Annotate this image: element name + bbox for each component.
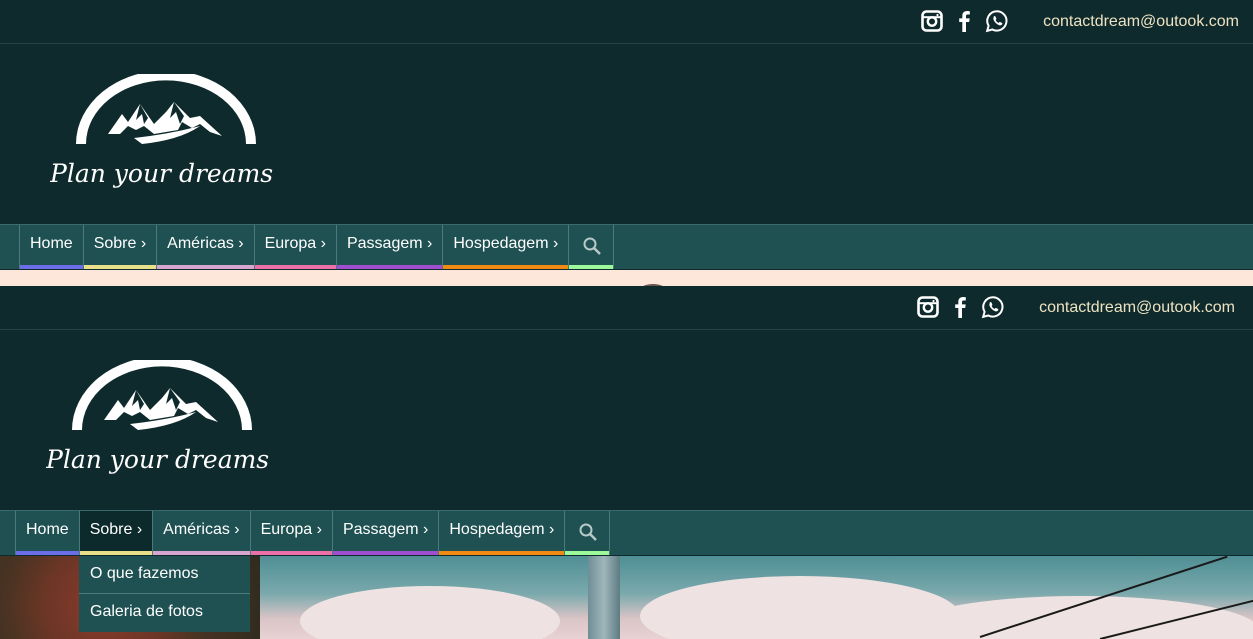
site-logo[interactable]: Plan your dreams <box>45 356 276 485</box>
dropdown-item-o-que-fazemos[interactable]: O que fazemos <box>79 556 250 594</box>
nav-item-passagem[interactable]: Passagem › <box>335 225 443 269</box>
site-header-2: contactdream@outook.com Plan your dreams… <box>0 286 1253 555</box>
nav-item-passagem[interactable]: Passagem › <box>331 511 439 555</box>
nav-item-hospedagem[interactable]: Hospedagem › <box>442 225 569 269</box>
contact-email[interactable]: contactdream@outook.com <box>1043 13 1239 31</box>
logo-area: Plan your dreams <box>0 330 1253 510</box>
dropdown-item-galeria-de-fotos[interactable]: Galeria de fotos <box>79 594 250 632</box>
nav-item-europa[interactable]: Europa › <box>249 511 332 555</box>
nav-item-home[interactable]: Home <box>15 511 79 555</box>
top-bar: contactdream@outook.com <box>0 0 1253 44</box>
logo-area: Plan your dreams <box>0 44 1253 224</box>
search-icon <box>583 237 602 255</box>
facebook-icon[interactable] <box>951 296 969 318</box>
instagram-icon[interactable] <box>921 10 943 32</box>
instagram-icon[interactable] <box>917 296 939 318</box>
main-nav: Home Sobre › Américas › Europa › Passage… <box>0 510 1253 555</box>
nav-item-europa[interactable]: Europa › <box>253 225 336 269</box>
search-icon <box>579 523 598 541</box>
hero-image-strip <box>0 270 1253 286</box>
logo-text: Plan your dreams <box>50 159 273 188</box>
nav-item-americas[interactable]: Américas › <box>156 225 254 269</box>
site-header: contactdream@outook.com Plan your dreams… <box>0 0 1253 269</box>
search-button[interactable] <box>564 511 611 555</box>
nav-item-americas[interactable]: Américas › <box>152 511 250 555</box>
sobre-dropdown-menu: O que fazemos Galeria de fotos <box>79 556 250 632</box>
search-button[interactable] <box>568 225 615 269</box>
site-logo[interactable]: Plan your dreams <box>49 70 280 199</box>
top-bar: contactdream@outook.com <box>0 286 1253 330</box>
main-nav: Home Sobre › Américas › Europa › Passage… <box>0 224 1253 269</box>
nav-item-hospedagem[interactable]: Hospedagem › <box>438 511 565 555</box>
nav-item-sobre[interactable]: Sobre › <box>82 225 157 269</box>
social-links <box>917 295 1017 319</box>
facebook-icon[interactable] <box>955 10 973 32</box>
contact-email[interactable]: contactdream@outook.com <box>1039 299 1235 317</box>
nav-item-sobre[interactable]: Sobre › <box>78 511 153 555</box>
nav-item-home[interactable]: Home <box>19 225 83 269</box>
whatsapp-icon[interactable] <box>985 9 1009 33</box>
logo-text: Plan your dreams <box>46 445 269 474</box>
whatsapp-icon[interactable] <box>981 295 1005 319</box>
social-links <box>921 9 1021 33</box>
